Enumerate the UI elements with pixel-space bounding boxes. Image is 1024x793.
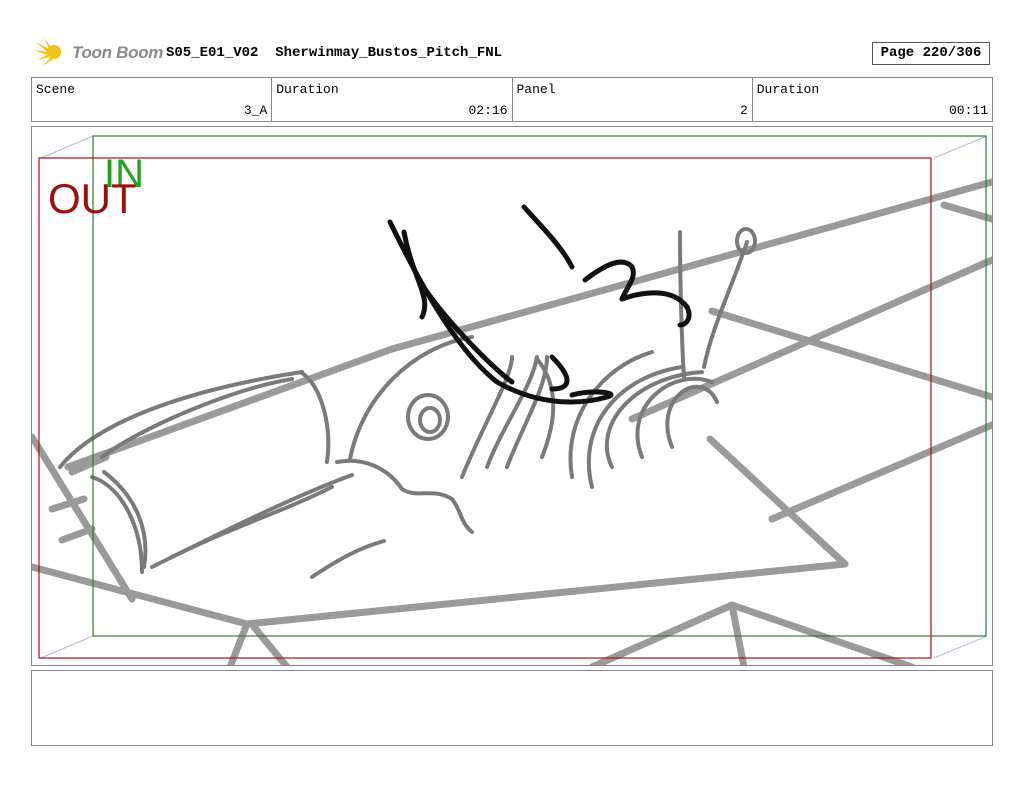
panel-info-table: Scene 3_A Duration 02:16 Panel 2 Duratio…: [31, 77, 993, 122]
out-label: OUT: [48, 175, 137, 222]
storyboard-panel: IN OUT: [31, 126, 993, 666]
scene-cell: Scene 3_A: [32, 78, 273, 121]
scene-duration-cell: Duration 02:16: [272, 78, 513, 121]
scene-value: 3_A: [243, 103, 268, 118]
sunburst-icon: [34, 38, 61, 66]
logo-text: Toon Boom: [72, 43, 164, 62]
panel-drawing: IN OUT: [32, 135, 992, 665]
notes-box: [31, 670, 993, 746]
scene-duration-value: 02:16: [468, 103, 508, 118]
document-title: S05_E01_V02 Sherwinmay_Bustos_Pitch_FNL: [166, 45, 503, 61]
panel-duration-value: 00:11: [948, 103, 988, 118]
panel-duration-label: Duration: [756, 82, 820, 97]
toon-boom-logo: Toon Boom: [34, 38, 163, 68]
background-sketch: [32, 178, 992, 665]
panel-cell: Panel 2: [513, 78, 753, 121]
panel-label: Panel: [516, 82, 556, 97]
panel-value: 2: [739, 103, 748, 118]
page-number: Page 220/306: [872, 42, 990, 65]
character-sketch: [58, 227, 757, 579]
panel-duration-cell: Duration 00:11: [753, 78, 992, 121]
scene-duration-label: Duration: [276, 82, 339, 97]
scene-label: Scene: [36, 82, 76, 97]
